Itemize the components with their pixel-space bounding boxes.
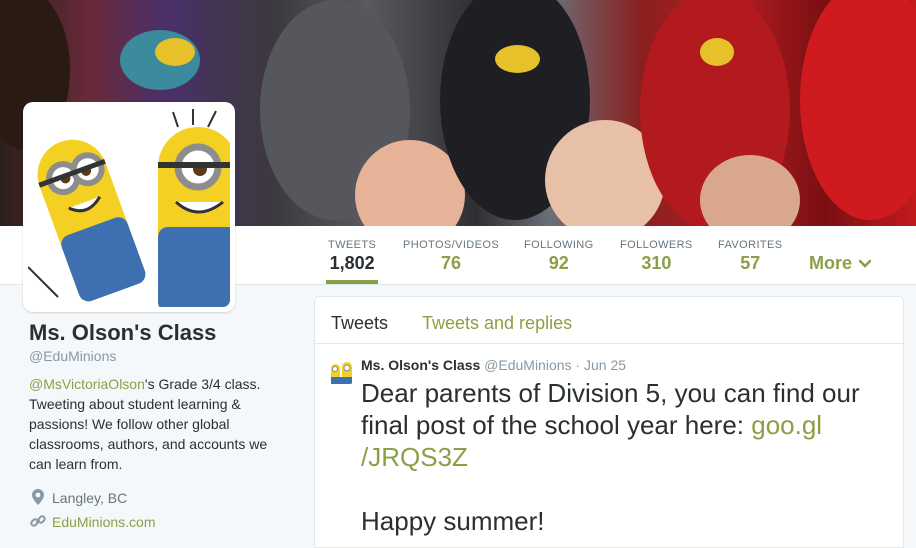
stat-photos-videos[interactable]: PHOTOS/VIDEOS 76 [403,239,499,274]
tweet-author-handle[interactable]: @EduMinions [484,357,571,373]
tweet-separator: · [575,357,581,373]
tab-tweets[interactable]: Tweets [331,313,388,334]
avatar-image [28,107,230,307]
stat-label: PHOTOS/VIDEOS [403,239,500,251]
profile-card: Ms. Olson's Class @EduMinions @MsVictori… [29,320,289,534]
more-label: More [809,253,853,273]
more-menu-button[interactable]: More [809,253,872,274]
location-text: Langley, BC [52,490,128,506]
stat-value: 1,802 [329,253,375,273]
tab-tweets-and-replies[interactable]: Tweets and replies [422,313,572,334]
website-link[interactable]: EduMinions.com [52,514,156,530]
profile-meta: Langley, BC EduMinions.com [29,486,289,534]
stat-followers[interactable]: FOLLOWERS 310 [620,239,693,274]
minions-illustration [28,107,230,307]
stat-tweets[interactable]: TWEETS 1,802 [325,239,379,284]
tweet-text: Dear parents of Division 5, you can find… [361,377,901,537]
timeline-panel: Tweets Tweets and replies Ms. Olson's Cl… [314,296,904,548]
map-pin-icon [29,488,47,508]
stat-value: 92 [548,253,569,273]
timeline-tabs: Tweets Tweets and replies [315,297,903,344]
profile-bio: @MsVictoriaOlson's Grade 3/4 class. Twee… [29,374,289,474]
link-icon [29,513,47,532]
banner-minion-toy [155,38,195,66]
stat-label: FOLLOWERS [620,239,693,251]
stat-label: TWEETS [328,239,377,251]
banner-minion-toy [700,38,734,66]
tweet-avatar[interactable] [329,360,353,384]
stat-value: 57 [740,253,761,273]
banner-minion-toy [495,45,540,73]
stat-label: FOLLOWING [524,239,594,251]
stat-value: 310 [641,253,672,273]
banner-figure [800,0,916,220]
profile-location: Langley, BC [29,486,289,510]
profile-handle[interactable]: @EduMinions [29,348,289,364]
stat-value: 76 [441,253,462,273]
tweet-timestamp[interactable]: Jun 25 [584,357,626,373]
tweet-author-name[interactable]: Ms. Olson's Class [361,357,480,373]
profile-avatar[interactable] [23,102,235,312]
stat-label: FAVORITES [718,239,783,251]
profile-name[interactable]: Ms. Olson's Class [29,320,289,346]
chevron-down-icon [858,259,872,269]
bio-mention-link[interactable]: @MsVictoriaOlson [29,376,145,392]
tweet-header: Ms. Olson's Class @EduMinions · Jun 25 [361,357,626,373]
stat-following[interactable]: FOLLOWING 92 [524,239,594,274]
stat-favorites[interactable]: FAVORITES 57 [718,239,783,274]
profile-website: EduMinions.com [29,510,289,534]
